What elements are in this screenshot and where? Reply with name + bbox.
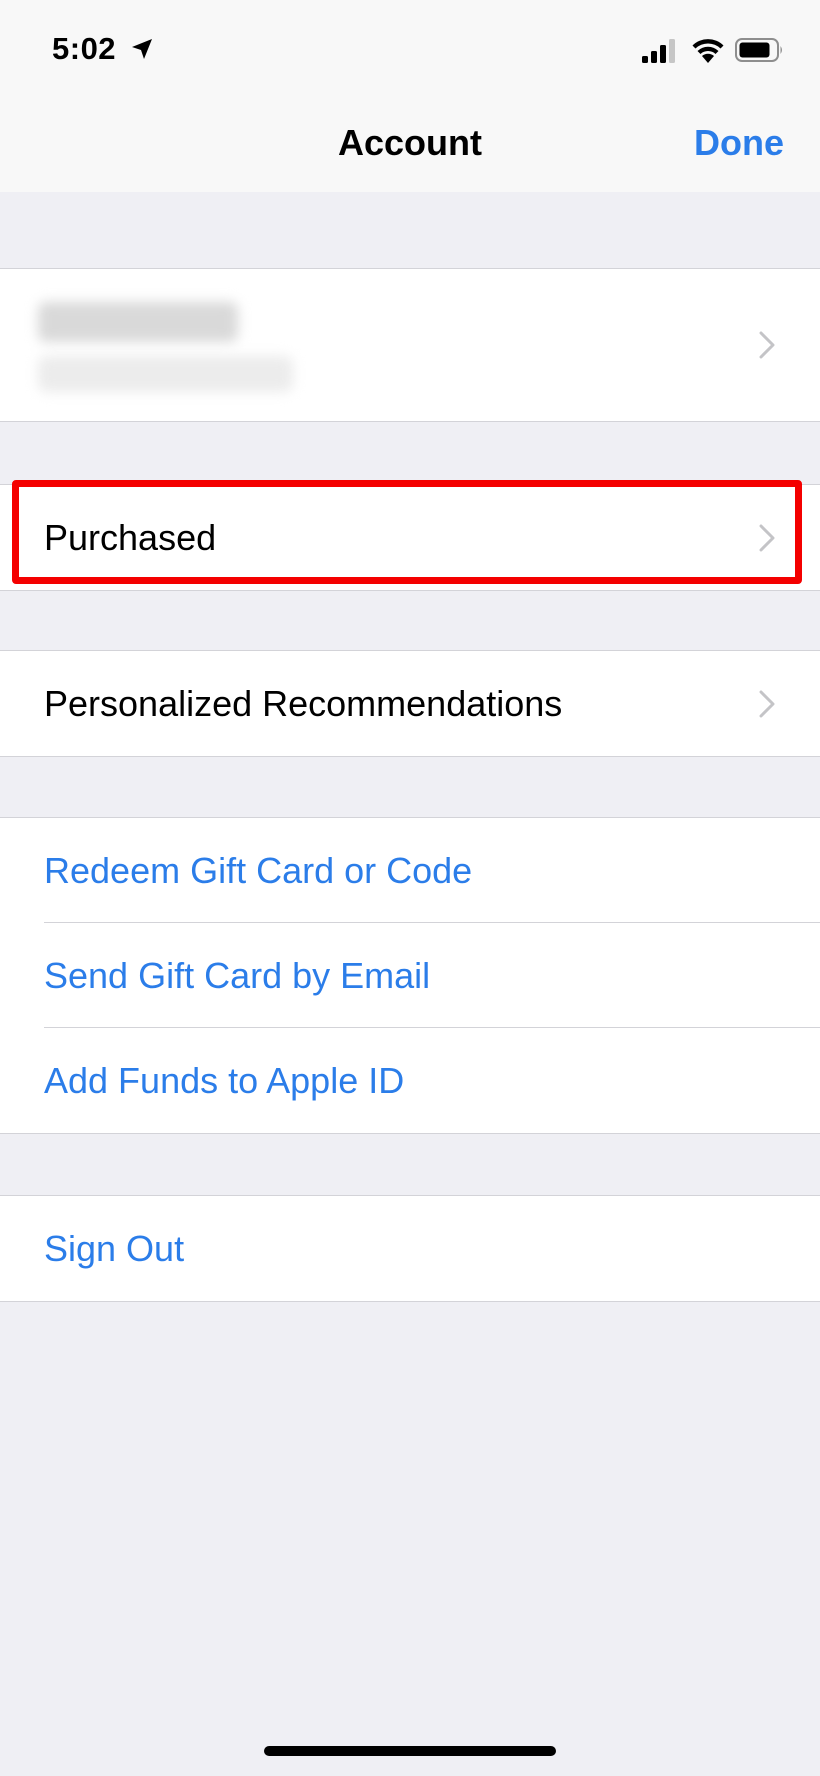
purchased-group: Purchased (0, 484, 820, 591)
personalized-recommendations-label: Personalized Recommendations (44, 682, 563, 724)
navigation-bar: Account Done (0, 92, 820, 192)
purchased-row[interactable]: Purchased (0, 485, 820, 590)
redeem-gift-card-row[interactable]: Redeem Gift Card or Code (0, 818, 820, 923)
blurred-account-name (38, 302, 238, 342)
cellular-signal-icon (642, 39, 675, 63)
blurred-account-email (38, 356, 293, 392)
sign-out-button[interactable]: Sign Out (44, 1228, 184, 1270)
personalized-recommendations-row[interactable]: Personalized Recommendations (0, 651, 820, 756)
chevron-right-icon (759, 690, 775, 717)
chevron-right-icon (759, 331, 775, 359)
battery-icon (735, 38, 782, 62)
recommendations-group: Personalized Recommendations (0, 650, 820, 757)
add-funds-link[interactable]: Add Funds to Apple ID (44, 1060, 404, 1102)
status-bar: 5:02 (0, 0, 820, 92)
account-row[interactable] (0, 269, 820, 421)
status-time: 5:02 (52, 31, 117, 66)
sign-out-row[interactable]: Sign Out (0, 1196, 820, 1301)
redeem-gift-card-link[interactable]: Redeem Gift Card or Code (44, 850, 472, 892)
add-funds-row[interactable]: Add Funds to Apple ID (0, 1028, 820, 1133)
done-button[interactable]: Done (694, 122, 784, 164)
home-indicator[interactable] (264, 1746, 556, 1756)
send-gift-card-row[interactable]: Send Gift Card by Email (0, 923, 820, 1028)
location-arrow-icon (132, 39, 152, 59)
send-gift-card-link[interactable]: Send Gift Card by Email (44, 955, 430, 997)
chevron-right-icon (759, 524, 775, 551)
purchased-label: Purchased (44, 516, 217, 558)
wifi-icon (692, 39, 724, 63)
gift-card-group: Redeem Gift Card or Code Send Gift Card … (0, 817, 820, 1134)
account-group (0, 268, 820, 422)
sign-out-group: Sign Out (0, 1195, 820, 1302)
